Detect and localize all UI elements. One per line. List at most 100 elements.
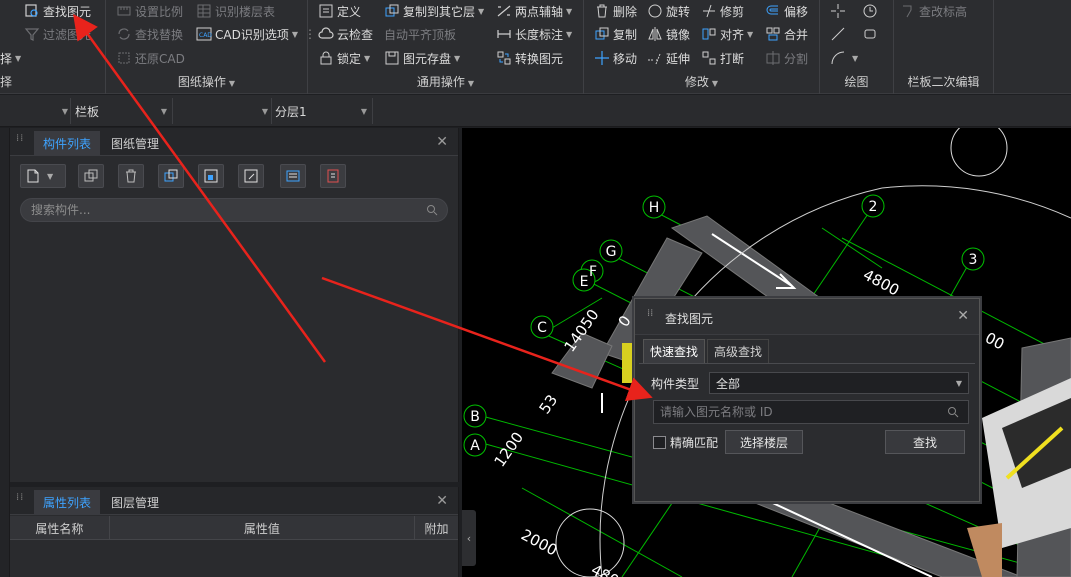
find-replace-button[interactable]: 查找替换 [116,24,183,44]
ribbon-group-select: 查找图元 过滤图元 择 ▼ 择 [0,0,106,94]
lock-button[interactable]: 锁定 ▼ [318,48,370,68]
extend-button[interactable]: 延伸 [647,48,690,68]
modify-elevation-button[interactable]: 查改标高 [900,1,967,21]
find-element-button[interactable]: 查找图元 [24,1,91,21]
rotate-icon [647,3,663,19]
two-point-axis-button[interactable]: 两点辅轴 ▼ [496,1,572,21]
exact-match-label: 精确匹配 [670,436,719,450]
component-select[interactable]: ▼ [176,100,268,122]
caret-down-icon: ▼ [454,53,461,63]
floor-left-select[interactable]: ▼ [0,100,68,122]
find-element-dialog: ⁞⁞ 查找图元 ✕ 快速查找 高级查找 构件类型 全部 ▼ 精确匹配 选择楼层 查… [634,298,980,502]
rotate-button[interactable]: 旋转 [647,1,690,21]
layer-select[interactable]: 分层1 ▼ [275,100,367,122]
find-button[interactable]: 查找 [885,430,965,454]
copy-floor-icon [164,169,178,182]
select-dropdown[interactable]: 择 ▼ [0,48,21,68]
delete-button[interactable]: 删除 [594,1,637,21]
break-button[interactable]: 打断 [701,48,744,68]
component-info-button[interactable] [320,164,346,188]
grid-label: E [580,274,589,290]
mirror-icon [647,26,663,42]
exact-match-checkbox[interactable]: 精确匹配 [653,434,718,451]
offset-button[interactable]: 偏移 [765,1,808,21]
two-point-axis-label: 两点辅轴 [515,4,564,19]
length-dimension-button[interactable]: 长度标注 ▼ [496,24,572,44]
point-tool-button[interactable] [830,1,849,21]
element-name-input[interactable] [653,400,969,424]
dimension-label: 4800 [588,561,630,577]
ribbon-group-title[interactable]: 修改 ▼ [584,73,819,90]
copy-label: 复制 [613,27,638,42]
cad-recognition-options-button[interactable]: CAD CAD识别选项 ▼ ⋮ [196,24,316,44]
line-icon [830,26,846,42]
extract-component-button[interactable] [198,164,224,188]
dimension-label: 4800 [860,266,902,300]
auto-align-slab-button[interactable]: 自动平齐顶板 [384,24,456,44]
clock-icon [862,3,878,19]
component-type-select[interactable]: 栏板 ▼ [75,100,167,122]
align-button[interactable]: 对齐 ▼ [701,24,753,44]
divider [172,98,173,124]
copy-to-other-floor-button[interactable]: 复制到其它层 ▼ [384,1,484,21]
new-component-button[interactable]: ▼ [20,164,66,188]
move-button[interactable]: 移动 [594,48,637,68]
grid-label: F [589,264,597,280]
drag-grip-icon[interactable]: ⁞⁞ [16,134,24,148]
recognize-floor-table-button[interactable]: 识别楼层表 [196,1,275,21]
ribbon-group-title[interactable]: 图纸操作 ▼ [106,73,307,90]
caret-down-icon: ▼ [566,29,573,39]
tab-layer-management[interactable]: 图层管理 [102,490,168,515]
dialog-titlebar[interactable]: ⁞⁞ 查找图元 ✕ [635,299,979,335]
merge-button[interactable]: 合并 [765,24,808,44]
set-scale-button[interactable]: 设置比例 [116,1,183,21]
filter-element-button[interactable]: 过滤图元 [24,24,91,44]
grid-label: C [537,320,547,336]
drag-grip-icon[interactable]: ⁞⁞ [16,493,24,507]
divider [70,98,71,124]
component-list-panel: ⁞⁞ 构件列表 图纸管理 ✕ ▼ [10,128,459,482]
search-component-input[interactable] [20,198,448,222]
tab-component-list[interactable]: 构件列表 [34,131,101,156]
chevron-left-icon: ‹ [466,531,472,545]
edit-component-button[interactable] [238,164,264,188]
caret-down-icon: ▼ [467,79,475,88]
tab-quick-find[interactable]: 快速查找 [643,339,706,363]
copy-component-button[interactable] [78,164,104,188]
auto-align-slab-label: 自动平齐顶板 [384,27,457,42]
grid-label: G [606,244,617,260]
new-file-icon [27,169,39,183]
close-icon[interactable]: ✕ [957,308,969,324]
circle-tool-button[interactable] [862,1,881,21]
properties-component-button[interactable] [280,164,306,188]
close-icon[interactable]: ✕ [436,493,448,509]
copy-button[interactable]: 复制 [594,24,637,44]
delete-component-button[interactable] [118,164,144,188]
convert-element-button[interactable]: 转换图元 [496,48,563,68]
select-floor-button[interactable]: 选择楼层 [725,430,803,454]
element-save-button[interactable]: 图元存盘 ▼ [384,48,460,68]
close-icon[interactable]: ✕ [436,134,448,150]
mirror-button[interactable]: 镜像 [647,24,690,44]
ribbon-group-draw: ▼ 绘图 [820,0,894,94]
collapse-panel-button[interactable]: ‹ [462,510,476,566]
restore-cad-button[interactable]: 还原CAD [116,48,185,68]
line-tool-button[interactable] [830,24,849,44]
set-scale-label: 设置比例 [135,4,184,19]
cloud-check-button[interactable]: 云检查 [318,24,373,44]
tab-drawing-management[interactable]: 图纸管理 [102,131,168,156]
axis-icon [496,3,512,19]
copy-to-floor-button[interactable] [158,164,184,188]
tab-property-list[interactable]: 属性列表 [34,490,101,515]
offset-label: 偏移 [784,4,809,19]
rect-tool-button[interactable] [862,24,881,44]
define-button[interactable]: 定义 [318,1,361,21]
ribbon-group-title[interactable]: 通用操作 ▼ [308,73,583,90]
trim-button[interactable]: 修剪 [701,1,744,21]
arc-tool-button[interactable]: ▼ [830,48,858,68]
split-button[interactable]: 分割 [765,48,808,68]
element-save-label: 图元存盘 [403,51,452,66]
tab-advanced-find[interactable]: 高级查找 [707,339,770,363]
delete-label: 删除 [613,4,638,19]
component-type-dropdown[interactable]: 全部 ▼ [709,372,969,394]
